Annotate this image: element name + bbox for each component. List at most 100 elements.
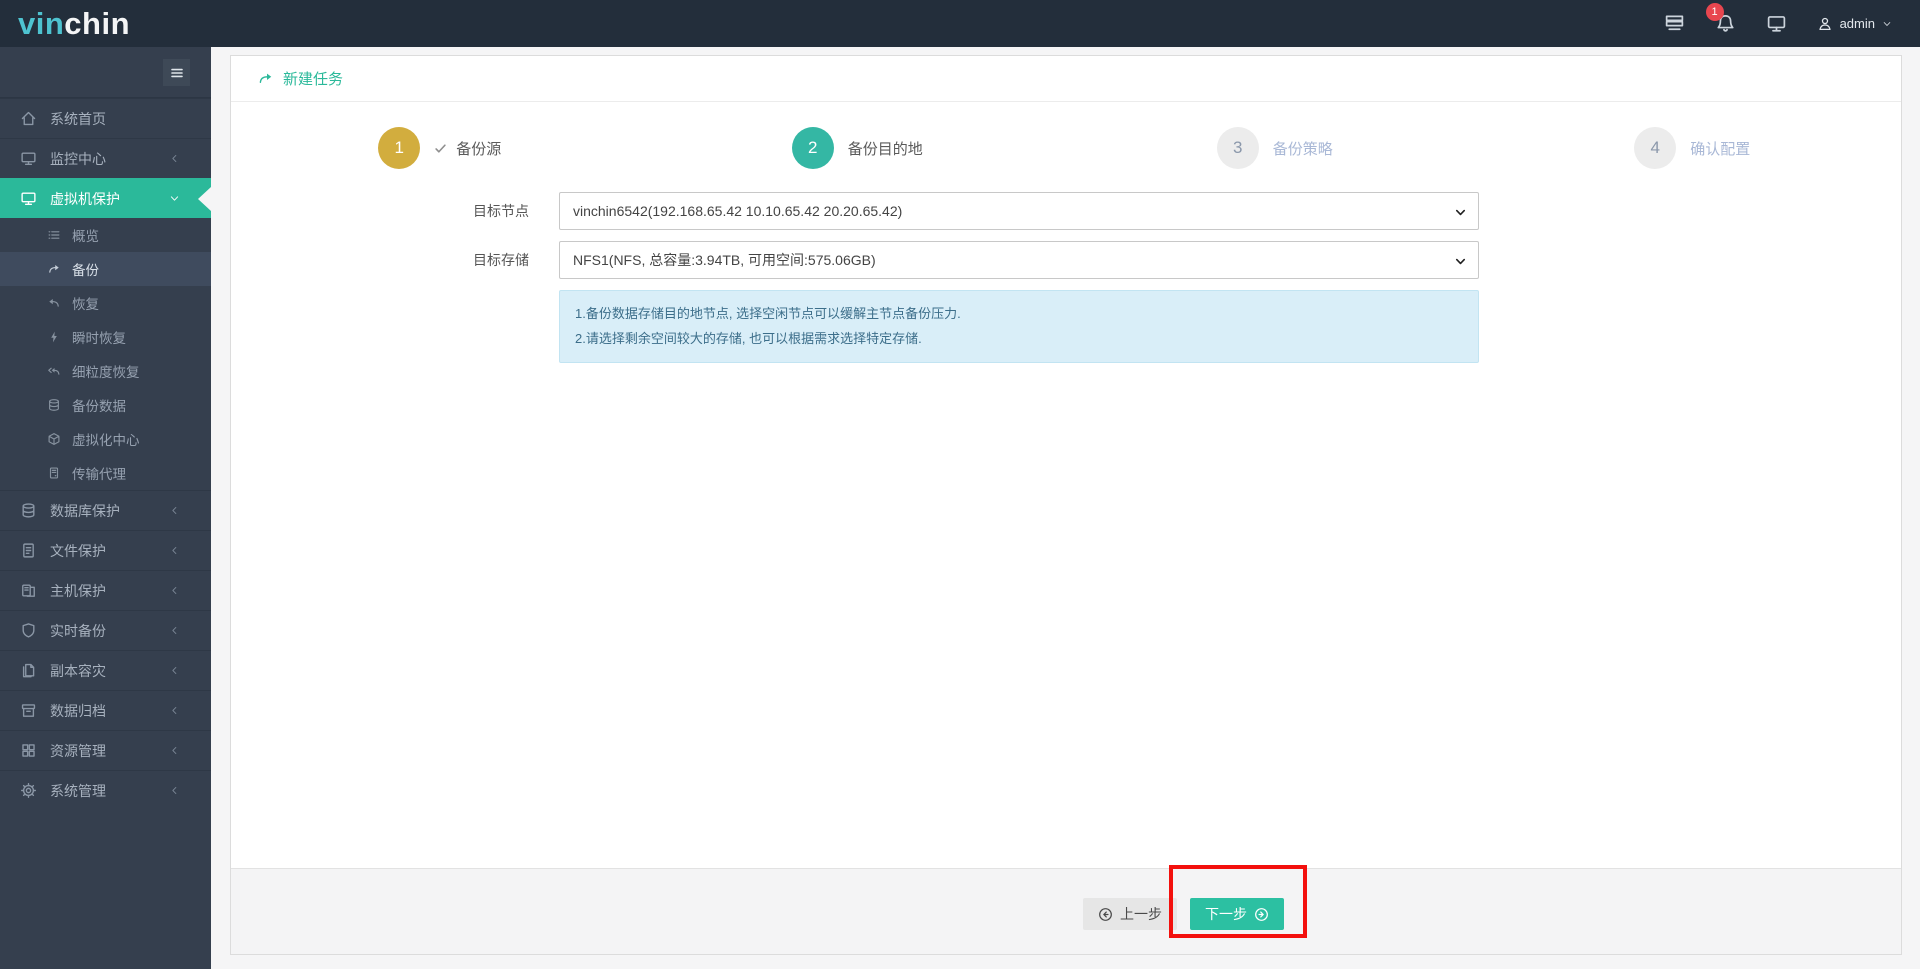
- submenu-item-backup-data[interactable]: 备份数据: [0, 388, 211, 422]
- sidebar-item-label: 文件保护: [50, 542, 106, 559]
- step-number-badge: 3: [1216, 127, 1259, 169]
- sidebar-item-data-archive[interactable]: 数据归档: [0, 690, 211, 730]
- header-actions: 1 admin: [1664, 3, 1892, 34]
- gear-icon: [20, 782, 37, 799]
- database-icon: [20, 502, 37, 519]
- chevron-left-icon: [169, 785, 180, 796]
- copy-icon: [20, 662, 37, 679]
- target-node-value: vinchin6542(192.168.65.42 10.10.65.42 20…: [573, 203, 903, 219]
- target-storage-value: NFS1(NFS, 总容量:3.94TB, 可用空间:575.06GB): [573, 252, 876, 268]
- step-label: 备份源: [456, 140, 502, 158]
- sidebar-item-label: 副本容灾: [50, 662, 106, 679]
- sidebar-item-vm-protection[interactable]: 虚拟机保护: [0, 178, 211, 218]
- submenu-item-label: 瞬时恢复: [72, 331, 126, 346]
- previous-step-label: 上一步: [1120, 906, 1162, 922]
- submenu-item-label: 虚拟化中心: [72, 433, 140, 448]
- circle-arrow-left-icon: [1098, 907, 1113, 922]
- submenu-item-transfer-agent[interactable]: 传输代理: [0, 456, 211, 490]
- sidebar-item-database-protection[interactable]: 数据库保护: [0, 490, 211, 530]
- user-icon: [1817, 16, 1833, 32]
- sidebar-item-label: 资源管理: [50, 742, 106, 759]
- form-row-target-node: 目标节点 vinchin6542(192.168.65.42 10.10.65.…: [231, 192, 1901, 230]
- step-number-badge: 1: [378, 127, 421, 169]
- sidebar-item-home[interactable]: 系统首页: [0, 98, 211, 138]
- chevron-left-icon: [169, 505, 180, 516]
- sidebar-item-host-protection[interactable]: 主机保护: [0, 570, 211, 610]
- submenu-item-virtualization-center[interactable]: 虚拟化中心: [0, 422, 211, 456]
- sidebar-item-label: 系统首页: [50, 110, 106, 127]
- wizard-step-backup-source: 1 备份源: [231, 127, 649, 169]
- username: admin: [1839, 16, 1875, 31]
- notification-badge: 1: [1705, 3, 1724, 21]
- cube-icon: [47, 432, 61, 446]
- chevron-down-icon: [1454, 255, 1467, 268]
- destination-form: 目标节点 vinchin6542(192.168.65.42 10.10.65.…: [231, 192, 1901, 364]
- previous-step-button[interactable]: 上一步: [1083, 898, 1177, 930]
- wizard-steps: 1 备份源 2 备份目的地 3 备份策略 4 确认配置: [231, 127, 1901, 169]
- submenu-item-label: 细粒度恢复: [72, 365, 140, 380]
- notifications-button[interactable]: 1: [1705, 3, 1736, 34]
- submenu-item-label: 传输代理: [72, 467, 126, 482]
- submenu-item-backup[interactable]: 备份: [0, 252, 211, 286]
- host-icon: [20, 582, 37, 599]
- submenu-item-granular-restore[interactable]: 细粒度恢复: [0, 354, 211, 388]
- sidebar-item-system-management[interactable]: 系统管理: [0, 770, 211, 810]
- wizard-step-confirm-config: 4 确认配置: [1484, 127, 1902, 169]
- sidebar-item-realtime-backup[interactable]: 实时备份: [0, 610, 211, 650]
- chevron-left-icon: [169, 745, 180, 756]
- target-storage-label: 目标存储: [473, 252, 529, 268]
- info-line-2: 2.请选择剩余空间较大的存储, 也可以根据需求选择特定存储.: [575, 330, 922, 346]
- hamburger-menu-button[interactable]: [163, 59, 190, 86]
- vinchin-logo: vinchin: [18, 0, 130, 47]
- submenu-item-instant-restore[interactable]: 瞬时恢复: [0, 320, 211, 354]
- step-number-badge: 2: [791, 127, 834, 169]
- logo-part-1: vin: [18, 6, 65, 41]
- list-icon: [47, 228, 61, 242]
- sidebar-item-replica-dr[interactable]: 副本容灾: [0, 650, 211, 690]
- target-node-label: 目标节点: [473, 203, 529, 219]
- bolt-icon: [47, 330, 61, 344]
- chevron-left-icon: [169, 705, 180, 716]
- submenu-item-label: 恢复: [72, 297, 99, 312]
- target-node-select[interactable]: vinchin6542(192.168.65.42 10.10.65.42 20…: [559, 192, 1479, 230]
- active-item-notch: [198, 186, 211, 211]
- chevron-left-icon: [169, 153, 180, 164]
- submenu-item-label: 备份: [72, 263, 99, 278]
- check-icon: [434, 142, 447, 155]
- server-icon: [47, 466, 61, 480]
- user-menu[interactable]: admin: [1817, 16, 1892, 32]
- form-row-target-storage: 目标存储 NFS1(NFS, 总容量:3.94TB, 可用空间:575.06GB…: [231, 241, 1901, 279]
- database-icon: [47, 398, 61, 412]
- chevron-down-icon: [169, 193, 180, 204]
- sidebar-collapse-row: [0, 47, 211, 98]
- info-hint-box: 1.备份数据存储目的地节点, 选择空闲节点可以缓解主节点备份压力. 2.请选择剩…: [559, 290, 1479, 364]
- sidebar-item-monitoring-center[interactable]: 监控中心: [0, 138, 211, 178]
- next-step-button[interactable]: 下一步: [1190, 898, 1284, 930]
- page-title: 新建任务: [283, 71, 344, 88]
- step-label: 备份目的地: [847, 140, 923, 158]
- home-icon: [20, 110, 37, 127]
- main-content-area: 新建任务 1 备份源 2 备份目的地 3 备份策略 4 确认配置 目标节点 vi…: [211, 47, 1920, 969]
- chevron-left-icon: [169, 545, 180, 556]
- redo-arrow-icon: [257, 70, 274, 87]
- submenu-item-label: 备份数据: [72, 399, 126, 414]
- sidebar-item-file-protection[interactable]: 文件保护: [0, 530, 211, 570]
- sidebar-nav: 系统首页 监控中心 虚拟机保护 概览 备份 恢复 瞬时恢复 细粒度恢复 备份数据…: [0, 47, 211, 969]
- console-monitor-icon[interactable]: [1766, 13, 1787, 34]
- undo-arrow-icon: [47, 296, 61, 310]
- panel-title-bar: 新建任务: [231, 56, 1901, 102]
- submenu-item-restore[interactable]: 恢复: [0, 286, 211, 320]
- chevron-down-icon: [1454, 206, 1467, 219]
- sidebar-item-label: 实时备份: [50, 622, 106, 639]
- wizard-nav-buttons: 上一步 下一步: [1083, 898, 1284, 930]
- chevron-down-icon: [1882, 19, 1892, 29]
- chevron-left-icon: [169, 625, 180, 636]
- vm-monitor-icon: [20, 190, 37, 207]
- storage-stack-icon[interactable]: [1664, 13, 1685, 34]
- submenu-item-overview[interactable]: 概览: [0, 218, 211, 252]
- wizard-step-backup-destination: 2 备份目的地: [649, 127, 1067, 169]
- step-label: 备份策略: [1272, 140, 1333, 158]
- sidebar-item-resource-management[interactable]: 资源管理: [0, 730, 211, 770]
- sidebar-item-label: 数据归档: [50, 702, 106, 719]
- target-storage-select[interactable]: NFS1(NFS, 总容量:3.94TB, 可用空间:575.06GB): [559, 241, 1479, 279]
